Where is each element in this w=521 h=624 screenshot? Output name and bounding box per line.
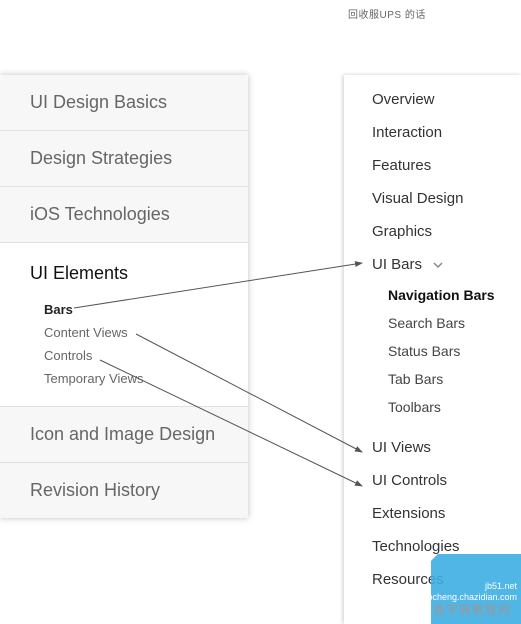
sidebar-item-revision-history[interactable]: Revision History — [0, 463, 248, 518]
nav-item-features[interactable]: Features — [344, 149, 521, 182]
nav-sub-item-toolbars[interactable]: Toolbars — [344, 393, 521, 421]
chevron-down-icon — [426, 256, 444, 273]
watermark: 查字典教程网 — [433, 601, 511, 618]
nav-item-visual-design[interactable]: Visual Design — [344, 182, 521, 215]
sidebar-item-label: Design Strategies — [30, 148, 248, 169]
left-panel: UI Design Basics Design Strategies iOS T… — [0, 75, 248, 518]
nav-item-ui-bars[interactable]: UI Bars — [344, 248, 521, 281]
sidebar-item-label: UI Design Basics — [30, 92, 248, 113]
nav-sub-item-navigation-bars[interactable]: Navigation Bars — [344, 281, 521, 309]
header-small-text: 回收服UPS 的话 — [348, 6, 426, 21]
sidebar-sub-item-content-views[interactable]: Content Views — [44, 321, 248, 344]
nav-item-extensions[interactable]: Extensions — [344, 497, 521, 530]
nav-sub-item-tab-bars[interactable]: Tab Bars — [344, 365, 521, 393]
sidebar-sub-list: Bars Content Views Controls Temporary Vi… — [30, 298, 248, 390]
sidebar-item-label: iOS Technologies — [30, 204, 248, 225]
nav-item-ui-controls[interactable]: UI Controls — [344, 464, 521, 497]
right-panel: Overview Interaction Features Visual Des… — [344, 75, 521, 624]
sidebar-item-label: UI Elements — [30, 263, 248, 284]
nav-item-interaction[interactable]: Interaction — [344, 116, 521, 149]
sidebar-item-design-strategies[interactable]: Design Strategies — [0, 131, 248, 187]
sidebar-item-label: Icon and Image Design — [30, 424, 248, 445]
nav-sub-item-status-bars[interactable]: Status Bars — [344, 337, 521, 365]
sidebar-sub-item-bars[interactable]: Bars — [44, 298, 248, 321]
nav-item-ui-views[interactable]: UI Views — [344, 431, 521, 464]
nav-item-label: UI Bars — [372, 256, 422, 273]
nav-sub-item-search-bars[interactable]: Search Bars — [344, 309, 521, 337]
sidebar-item-ui-elements[interactable]: UI Elements Bars Content Views Controls … — [0, 243, 248, 407]
sidebar-item-label: Revision History — [30, 480, 248, 501]
sidebar-item-ios-technologies[interactable]: iOS Technologies — [0, 187, 248, 243]
sidebar-sub-item-temporary-views[interactable]: Temporary Views — [44, 367, 248, 390]
nav-item-overview[interactable]: Overview — [344, 83, 521, 116]
sidebar-item-ui-design-basics[interactable]: UI Design Basics — [0, 75, 248, 131]
nav-item-graphics[interactable]: Graphics — [344, 215, 521, 248]
sidebar-item-icon-and-image-design[interactable]: Icon and Image Design — [0, 407, 248, 463]
sidebar-sub-item-controls[interactable]: Controls — [44, 344, 248, 367]
